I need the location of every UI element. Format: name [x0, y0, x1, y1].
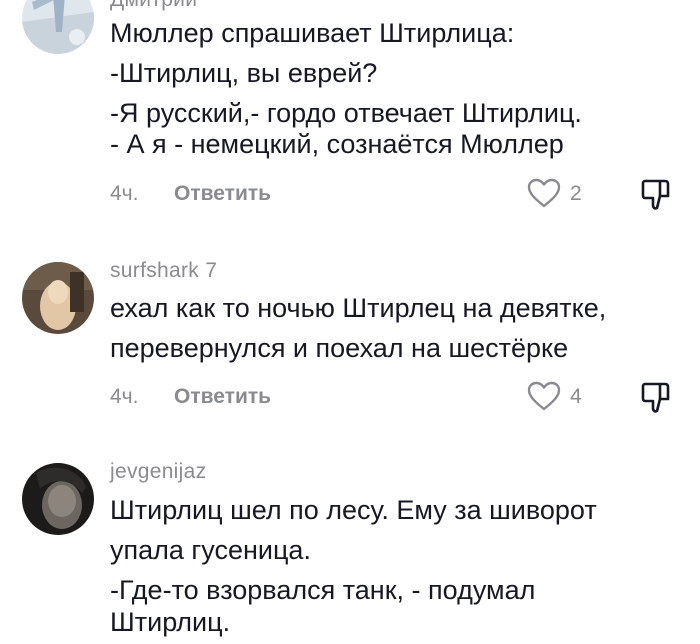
- comment-item: jevgenijaz Штирлиц шел по лесу. Ему за ш…: [0, 0, 700, 644]
- avatar[interactable]: [22, 463, 94, 535]
- comment-text-line: Штирлиц шел по лесу. Ему за шиворот: [110, 495, 597, 525]
- comment-username[interactable]: jevgenijaz: [110, 460, 206, 484]
- comment-text-line: упала гусеница.: [110, 535, 311, 565]
- avatar-image: [22, 463, 94, 535]
- comment-text-line: -Где-то взорвался танк, - подумал: [110, 575, 536, 605]
- comment-text-line: Штирлиц.: [110, 607, 231, 637]
